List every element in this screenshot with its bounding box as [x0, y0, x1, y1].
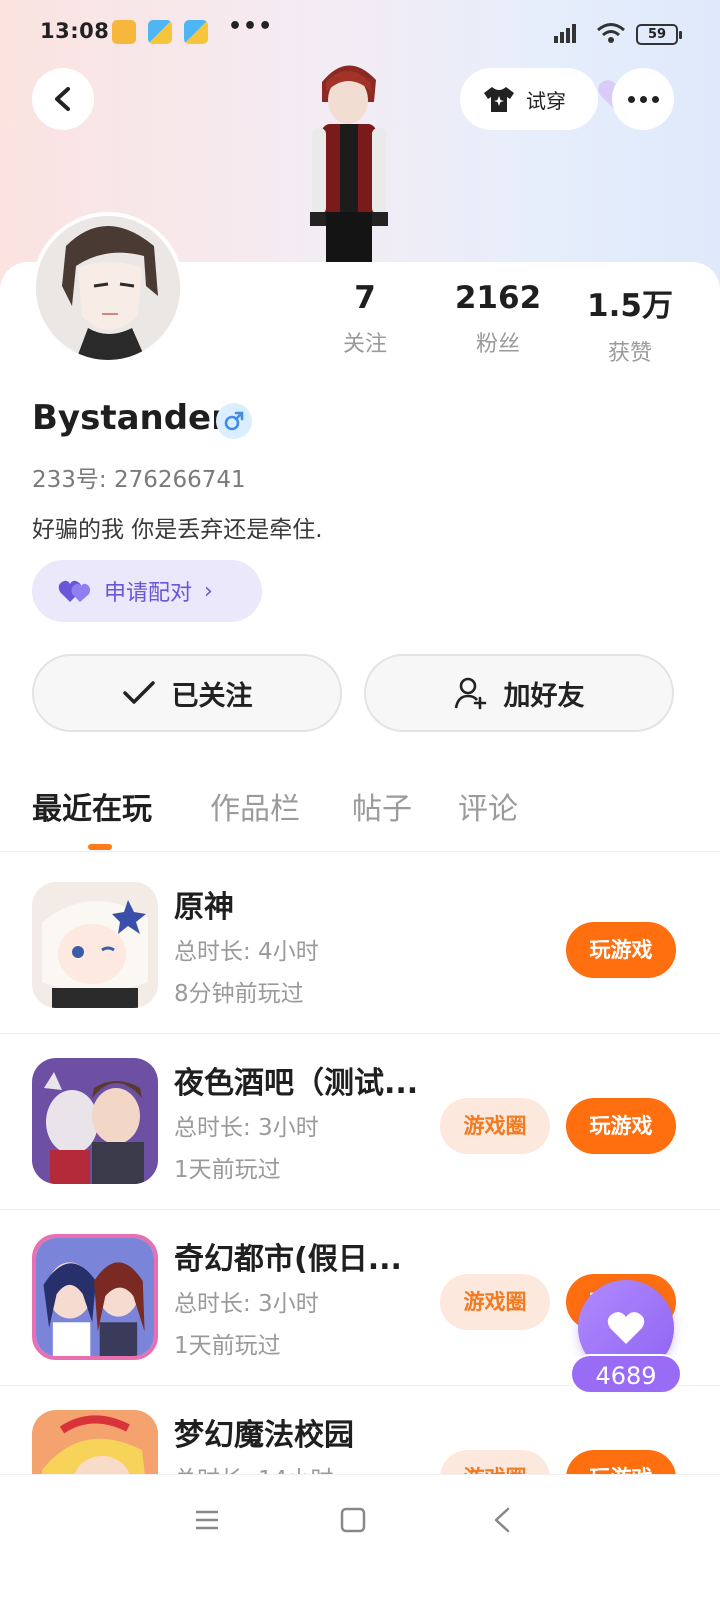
- game-last-played: 1天前玩过: [174, 1157, 281, 1183]
- game-icon-art: [32, 1058, 158, 1184]
- game-name: 夜色酒吧（测试...: [174, 1066, 419, 1101]
- home-icon[interactable]: [340, 1507, 366, 1533]
- followed-label: 已关注: [171, 680, 253, 712]
- try-on-button[interactable]: 试穿: [460, 68, 598, 130]
- stat-label: 粉丝: [475, 332, 520, 357]
- stat-value: 7: [354, 280, 376, 316]
- game-icon: [32, 1234, 158, 1360]
- menu-icon[interactable]: [194, 1507, 220, 1533]
- stat-value: 1.5万: [587, 288, 673, 324]
- dot-icon: [627, 95, 635, 103]
- game-name: 梦幻魔法校园: [174, 1418, 354, 1453]
- user-id: 233号: 276266741: [32, 467, 246, 493]
- stat-value: 2162: [454, 280, 542, 316]
- notification-app-icon: [112, 20, 136, 44]
- game-circle-button[interactable]: 游戏圈: [440, 1098, 550, 1154]
- male-symbol-icon: [224, 411, 244, 431]
- tab-posts[interactable]: 帖子: [352, 784, 412, 828]
- stat-likes[interactable]: 1.5万 获赞: [580, 280, 680, 370]
- game-icon: [32, 1058, 158, 1184]
- game-name: 原神: [174, 890, 234, 925]
- double-heart-icon: [58, 580, 90, 602]
- game-total-time: 总时长: 3小时: [174, 1115, 319, 1141]
- heart-icon: [607, 1312, 645, 1344]
- stat-label: 关注: [342, 332, 387, 357]
- username: Bystander: [32, 398, 228, 438]
- add-user-icon: [454, 677, 486, 710]
- game-icon-art: [36, 1238, 154, 1356]
- request-pair-label: 申请配对: [104, 581, 193, 606]
- game-name: 奇幻都市(假日...: [174, 1242, 402, 1277]
- more-notifications-icon: •••: [228, 14, 274, 39]
- game-list-item[interactable]: 夜色酒吧（测试... 总时长: 3小时 1天前玩过 游戏圈 玩游戏: [0, 1034, 720, 1210]
- stat-following[interactable]: 7 关注: [330, 280, 400, 370]
- dot-icon: [651, 95, 659, 103]
- check-icon: [122, 681, 155, 704]
- stat-followers[interactable]: 2162 粉丝: [448, 280, 548, 370]
- like-count-badge: 4689: [570, 1354, 682, 1394]
- status-time: 13:08: [40, 19, 110, 43]
- game-last-played: 1天前玩过: [174, 1333, 281, 1359]
- game-icon-art: [32, 882, 158, 1008]
- tab-works[interactable]: 作品栏: [210, 784, 300, 828]
- notification-app-icon: [184, 20, 208, 44]
- wifi-icon: [597, 23, 625, 43]
- avatar-3d-figure: [310, 65, 388, 264]
- tshirt-icon: [484, 87, 514, 112]
- user-avatar[interactable]: [32, 212, 184, 364]
- signal-icon: [554, 24, 576, 43]
- play-game-button[interactable]: 玩游戏: [566, 1098, 676, 1154]
- system-navigation-bar: [0, 1474, 720, 1600]
- game-list-item[interactable]: 原神 总时长: 4小时 8分钟前玩过 玩游戏: [0, 858, 720, 1034]
- notification-app-icon: [148, 20, 172, 44]
- user-bio: 好骗的我 你是丢弃还是牵住.: [32, 517, 323, 543]
- add-friend-button[interactable]: 加好友: [364, 654, 674, 732]
- game-total-time: 总时长: 4小时: [174, 939, 319, 965]
- game-icon: [32, 882, 158, 1008]
- game-total-time: 总时长: 3小时: [174, 1291, 319, 1317]
- more-options-button[interactable]: [612, 68, 674, 130]
- back-button[interactable]: [32, 68, 94, 130]
- request-pair-button[interactable]: 申请配对 ›: [32, 560, 262, 622]
- try-on-label: 试穿: [526, 88, 566, 113]
- followed-button[interactable]: 已关注: [32, 654, 342, 732]
- tab-recently-played[interactable]: 最近在玩: [32, 784, 152, 828]
- avatar-illustration: [36, 216, 180, 360]
- play-game-button[interactable]: 玩游戏: [566, 922, 676, 978]
- active-tab-indicator: [88, 844, 112, 850]
- game-last-played: 8分钟前玩过: [174, 981, 304, 1007]
- tab-comments[interactable]: 评论: [458, 784, 518, 828]
- chevron-right-icon: ›: [204, 578, 213, 604]
- chevron-left-icon: [55, 87, 70, 111]
- stat-label: 获赞: [607, 341, 652, 366]
- add-friend-label: 加好友: [503, 680, 585, 712]
- game-circle-button[interactable]: 游戏圈: [440, 1274, 550, 1330]
- male-gender-icon: [216, 403, 252, 439]
- battery-indicator: 59: [636, 24, 682, 45]
- profile-tabs: 最近在玩 作品栏 帖子 评论: [0, 782, 720, 852]
- back-nav-icon[interactable]: [490, 1507, 516, 1533]
- dot-icon: [639, 95, 647, 103]
